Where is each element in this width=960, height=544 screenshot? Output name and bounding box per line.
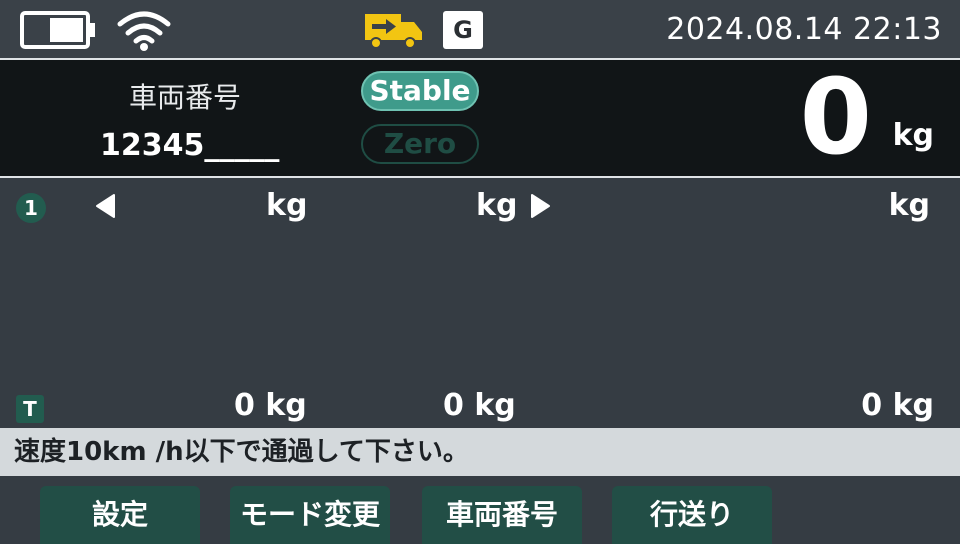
line-feed-button[interactable]: 行送り [612,486,772,544]
datetime: 2024.08.14 22:13 [666,12,942,47]
axle-unit-left: kg [266,188,308,223]
triangle-left-icon[interactable] [94,193,116,219]
footer: 設定 モード変更 車両番号 行送り [0,476,960,544]
weight-unit: kg [892,118,934,153]
status-bar: G 2024.08.14 22:13 [0,0,960,58]
total-row: T 0 kg 0 kg 0 kg [0,388,960,426]
message-bar: 速度10km /h以下で通過して下さい。 [0,428,960,476]
total-value-middle: 0 kg [443,388,516,423]
total-value-left: 0 kg [234,388,307,423]
message-text: 速度10km /h以下で通過して下さい。 [14,437,469,467]
axle-index-badge: 1 [16,193,46,223]
battery-half-icon [20,11,95,49]
weight-value: 0 [799,56,872,178]
vehicle-number-label: 車両番号 [128,81,241,114]
triangle-right-icon[interactable] [530,193,552,219]
divider [0,176,960,178]
axle-row: 1 kg kg kg [0,188,960,224]
mode-change-button[interactable]: モード変更 [230,486,390,544]
axle-unit-right: kg [888,188,930,223]
total-value-right: 0 kg [861,388,934,423]
vehicle-number-value: 12345_____ [100,128,280,163]
info-panel: 車両番号 12345_____ Stable Zero 0 kg [0,60,960,176]
stable-indicator: Stable [361,71,479,111]
wifi-icon [117,11,171,51]
axle-unit-middle: kg [476,188,518,223]
g-badge: G [443,11,483,49]
vehicle-number-button[interactable]: 車両番号 [422,486,582,544]
settings-button[interactable]: 設定 [40,486,200,544]
zero-indicator: Zero [361,124,479,164]
truck-arrow-icon [365,14,422,49]
total-badge: T [16,395,44,423]
